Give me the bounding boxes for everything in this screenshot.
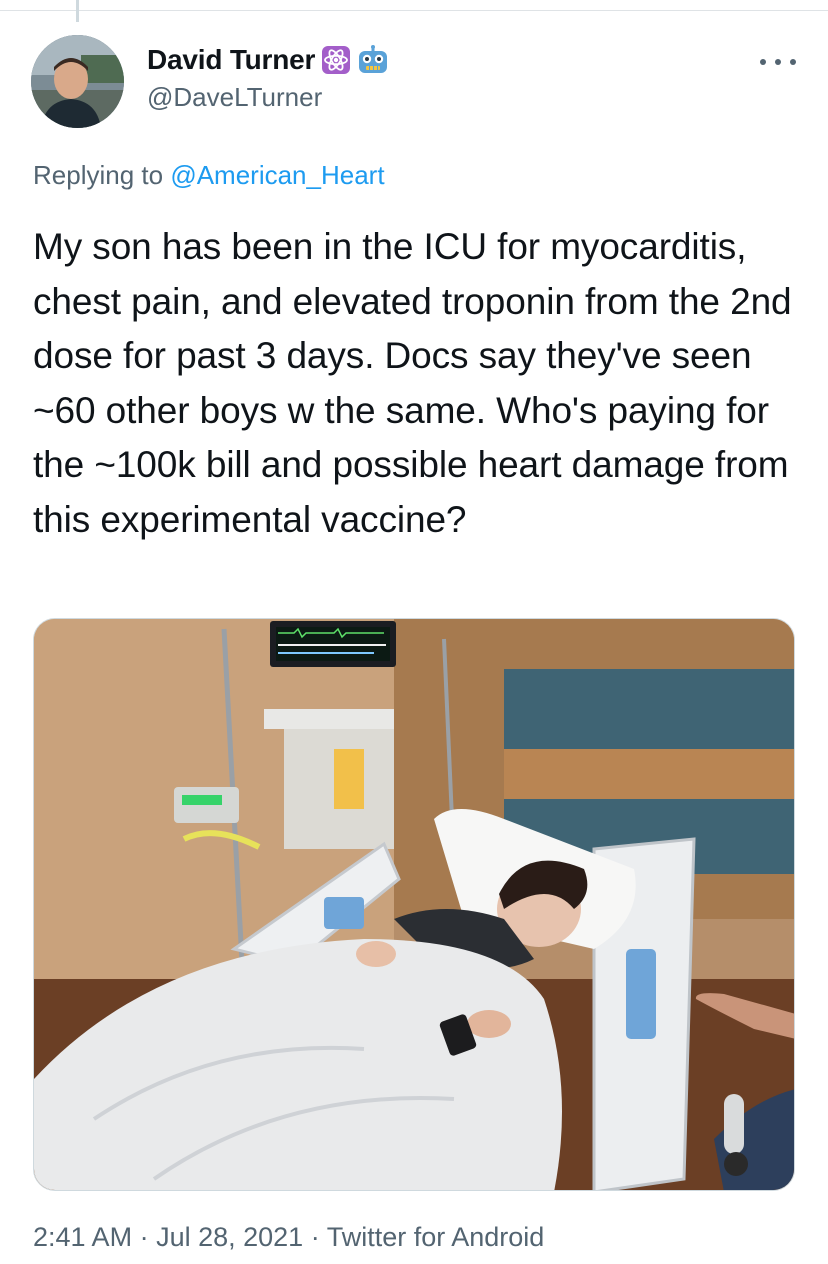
tweet-date[interactable]: Jul 28, 2021 <box>156 1222 303 1252</box>
thread-connector-line <box>76 0 79 22</box>
replying-to-line: Replying to @American_Heart <box>33 160 385 191</box>
atom-emoji-icon <box>321 45 351 75</box>
replying-to-label: Replying to <box>33 160 171 190</box>
author-name-row: David Turner <box>147 42 388 78</box>
reply-target-link[interactable]: @American_Heart <box>170 160 384 190</box>
author-display-name[interactable]: David Turner <box>147 44 315 76</box>
meta-separator: · <box>132 1222 157 1252</box>
more-options-icon[interactable] <box>760 50 796 74</box>
more-dot <box>790 59 796 65</box>
tweet-photo[interactable] <box>33 618 795 1191</box>
more-dot <box>760 59 766 65</box>
tweet-time[interactable]: 2:41 AM <box>33 1222 132 1252</box>
tweet-meta: 2:41 AM · Jul 28, 2021 · Twitter for And… <box>33 1222 544 1253</box>
author-handle[interactable]: @DaveLTurner <box>147 82 322 113</box>
avatar[interactable] <box>31 35 124 128</box>
tweet-source[interactable]: Twitter for Android <box>327 1222 545 1252</box>
robot-emoji-icon <box>357 45 388 75</box>
meta-separator: · <box>303 1222 327 1252</box>
tweet-detail-page: David Turner @DaveLTurner Replying to @A… <box>0 0 828 1264</box>
more-dot <box>775 59 781 65</box>
divider <box>0 10 828 11</box>
tweet-text: My son has been in the ICU for myocardit… <box>33 226 792 540</box>
